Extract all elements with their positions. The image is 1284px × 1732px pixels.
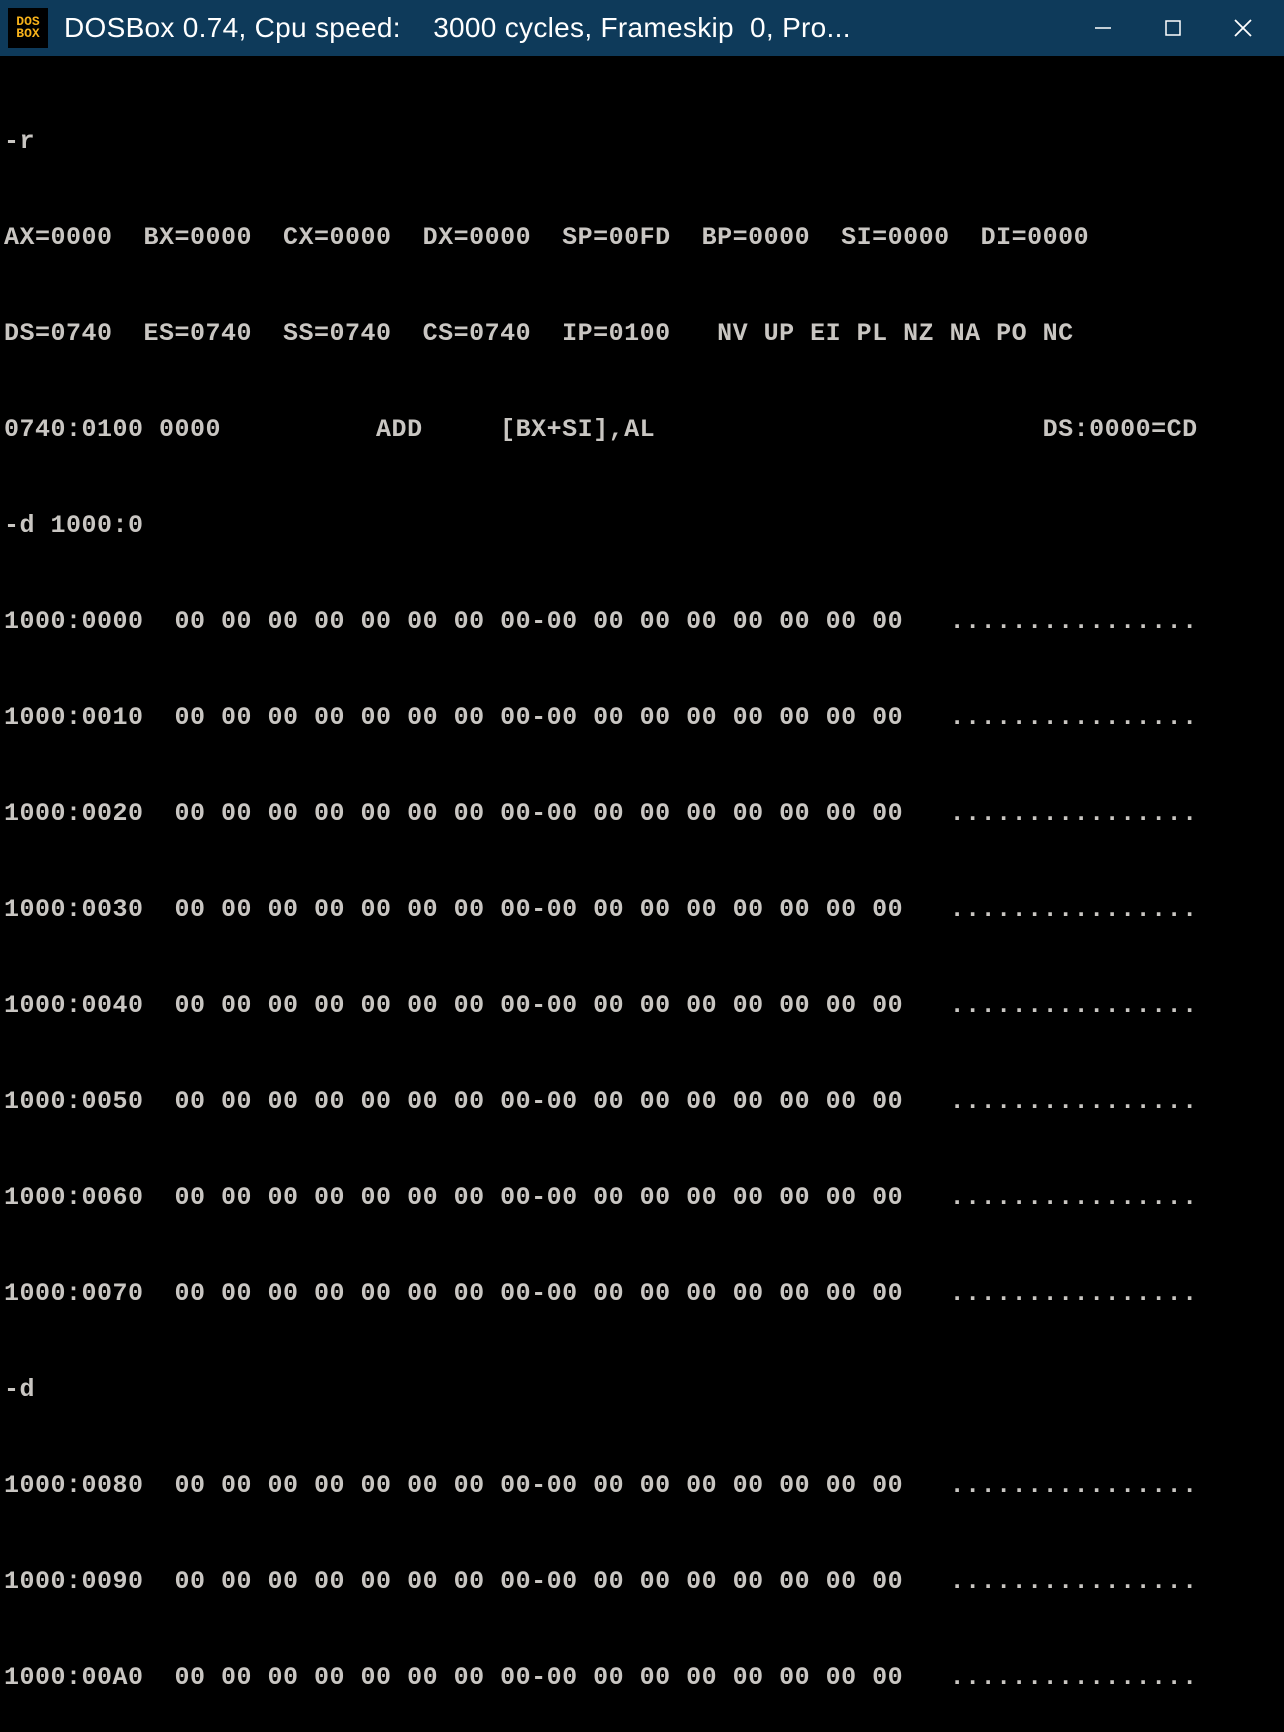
disassembly-line: 0740:0100 0000 ADD [BX+SI],AL DS:0000=CD [4,414,1280,446]
close-button[interactable] [1208,0,1278,56]
window-title: DOSBox 0.74, Cpu speed: 3000 cycles, Fra… [64,12,1068,44]
memory-dump-row: 1000:0040 00 00 00 00 00 00 00 00-00 00 … [4,990,1280,1022]
maximize-button[interactable] [1138,0,1208,56]
terminal-area[interactable]: -r AX=0000 BX=0000 CX=0000 DX=0000 SP=00… [0,56,1284,1732]
debug-command: -d [4,1374,1280,1406]
app-icon: DOS BOX [8,8,48,48]
registers-line-1: AX=0000 BX=0000 CX=0000 DX=0000 SP=00FD … [4,222,1280,254]
memory-dump-row: 1000:0000 00 00 00 00 00 00 00 00-00 00 … [4,606,1280,638]
memory-dump-row: 1000:0070 00 00 00 00 00 00 00 00-00 00 … [4,1278,1280,1310]
registers-line-2: DS=0740 ES=0740 SS=0740 CS=0740 IP=0100 … [4,318,1280,350]
minimize-icon [1093,18,1113,38]
memory-dump-row: 1000:0010 00 00 00 00 00 00 00 00-00 00 … [4,702,1280,734]
memory-dump-row: 1000:0060 00 00 00 00 00 00 00 00-00 00 … [4,1182,1280,1214]
close-icon [1232,17,1254,39]
memory-dump-row: 1000:0020 00 00 00 00 00 00 00 00-00 00 … [4,798,1280,830]
window-controls [1068,0,1278,56]
debug-command: -d 1000:0 [4,510,1280,542]
maximize-icon [1164,19,1182,37]
memory-dump-row: 1000:00A0 00 00 00 00 00 00 00 00-00 00 … [4,1662,1280,1694]
memory-dump-row: 1000:0080 00 00 00 00 00 00 00 00-00 00 … [4,1470,1280,1502]
memory-dump-row: 1000:0030 00 00 00 00 00 00 00 00-00 00 … [4,894,1280,926]
titlebar[interactable]: DOS BOX DOSBox 0.74, Cpu speed: 3000 cyc… [0,0,1284,56]
debug-command: -r [4,126,1280,158]
memory-dump-row: 1000:0050 00 00 00 00 00 00 00 00-00 00 … [4,1086,1280,1118]
minimize-button[interactable] [1068,0,1138,56]
memory-dump-row: 1000:0090 00 00 00 00 00 00 00 00-00 00 … [4,1566,1280,1598]
